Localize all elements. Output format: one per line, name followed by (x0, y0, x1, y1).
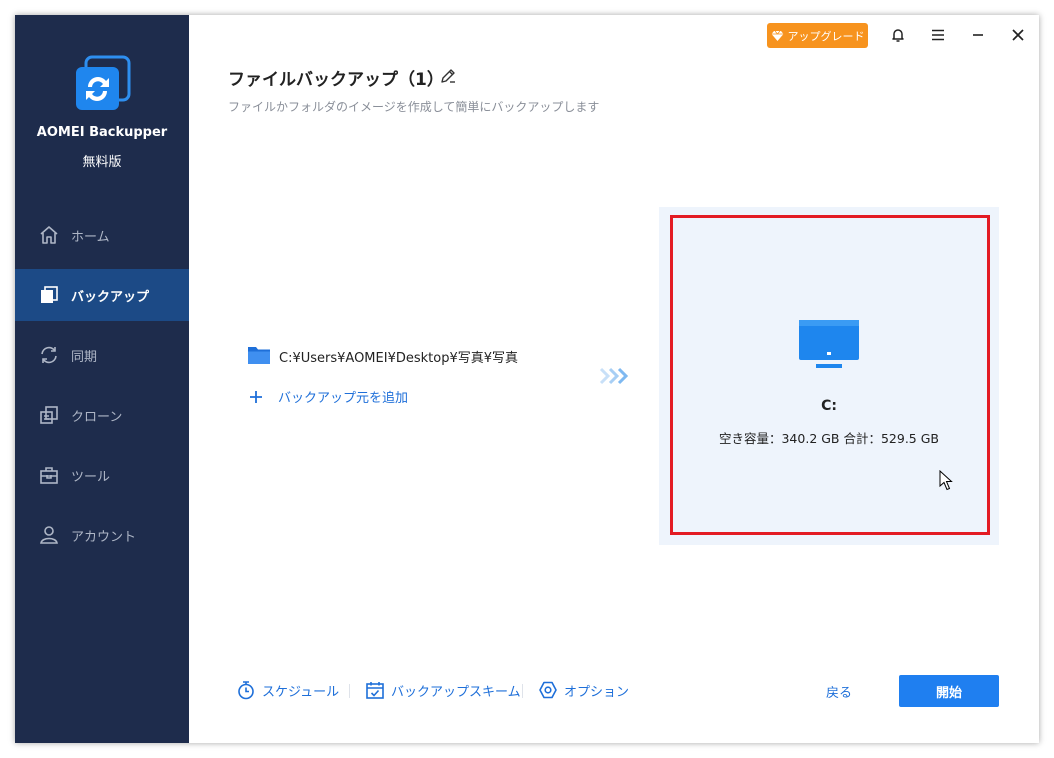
toolbar-divider (522, 684, 523, 698)
sidebar-item-tools[interactable]: ツール (15, 449, 189, 501)
settings-hexagon-icon (539, 681, 557, 699)
backup-icon (41, 286, 58, 303)
sidebar-item-label: クローン (71, 409, 123, 425)
schedule-button[interactable]: スケジュール (236, 680, 339, 700)
sidebar-item-sync[interactable]: 同期 (15, 329, 189, 381)
page-subtitle: ファイルかフォルダのイメージを作成して簡単にバックアップします (228, 100, 600, 114)
options-label: オプション (564, 684, 630, 700)
upgrade-label: アップグレード (787, 29, 865, 43)
backup-scheme-button[interactable]: バックアップスキーム (365, 680, 521, 700)
calendar-check-icon (366, 682, 384, 699)
start-button[interactable]: 開始 (899, 675, 999, 707)
sidebar-item-clone[interactable]: クローン (15, 389, 189, 441)
bell-icon (892, 29, 904, 42)
options-button[interactable]: オプション (538, 680, 629, 700)
close-icon (1012, 29, 1024, 41)
sidebar-item-label: ツール (71, 469, 111, 485)
sidebar-item-backup[interactable]: バックアップ (15, 269, 189, 321)
close-button[interactable] (1006, 24, 1030, 46)
diamond-icon (771, 30, 783, 41)
start-label: 開始 (935, 685, 962, 701)
folder-icon (248, 347, 270, 364)
add-source-label: バックアップ元を追加 (278, 391, 409, 406)
menu-button[interactable] (926, 24, 950, 46)
sidebar-item-home[interactable]: ホーム (15, 209, 189, 261)
clone-icon (40, 406, 58, 424)
app-window: AOMEI Backupper 無料版 ホーム バックアップ 同期 クローン ツ… (15, 15, 1039, 743)
page-title: ファイルバックアップ（1） (228, 70, 444, 90)
toolbar-divider (349, 684, 350, 698)
sidebar-item-label: バックアップ (71, 289, 150, 305)
hamburger-menu-icon (932, 29, 944, 41)
toolbox-icon (40, 467, 58, 484)
sidebar-item-label: アカウント (71, 529, 137, 545)
mouse-pointer-icon (939, 470, 953, 491)
sidebar-item-label: 同期 (71, 349, 98, 365)
app-name: AOMEI Backupper (36, 125, 168, 140)
minimize-icon (973, 34, 983, 36)
home-icon (40, 226, 58, 244)
app-edition: 無料版 (82, 155, 122, 170)
add-source-button[interactable]: バックアップ元を追加 (248, 387, 408, 406)
source-path[interactable]: C:¥Users¥AOMEI¥Desktop¥写真¥写真 (279, 347, 518, 366)
plus-icon (250, 390, 262, 403)
upgrade-button[interactable]: アップグレード (767, 23, 868, 48)
user-icon (40, 526, 58, 544)
back-button[interactable]: 戻る (813, 682, 865, 702)
aomei-logo-icon (76, 55, 131, 110)
edit-pencil-icon[interactable] (439, 67, 457, 85)
notification-button[interactable] (886, 24, 910, 46)
direction-arrows-icon (599, 367, 629, 385)
sidebar-item-label: ホーム (71, 229, 110, 245)
drive-space-info: 空き容量：340.2 GB 合計：529.5 GB (718, 431, 939, 446)
sidebar: AOMEI Backupper 無料版 ホーム バックアップ 同期 クローン ツ… (15, 15, 189, 743)
minimize-button[interactable] (966, 24, 990, 46)
backup-scheme-label: バックアップスキーム (391, 684, 521, 700)
monitor-icon (799, 320, 859, 368)
sync-icon (41, 346, 57, 364)
sidebar-item-account[interactable]: アカウント (15, 509, 189, 561)
stopwatch-icon (238, 681, 254, 700)
drive-label: C: (821, 398, 837, 414)
schedule-label: スケジュール (262, 684, 340, 700)
